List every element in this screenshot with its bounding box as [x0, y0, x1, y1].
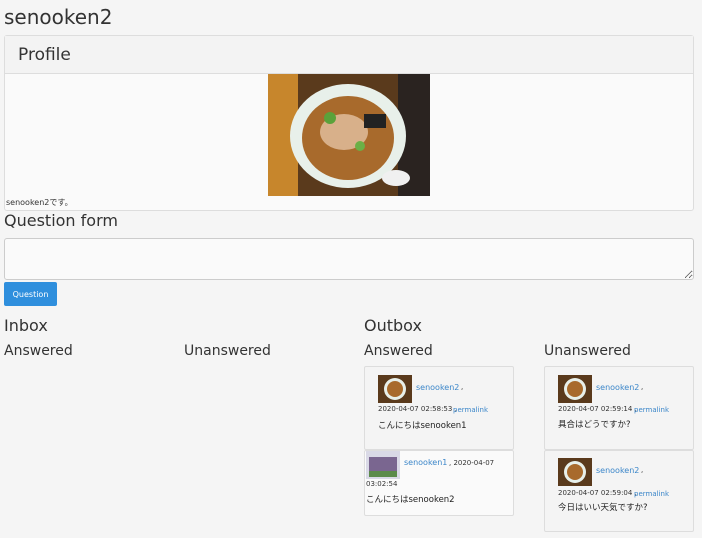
inbox-answered-title: Answered [4, 343, 73, 359]
user-link[interactable]: senooken2 [416, 383, 459, 392]
profile-photo [268, 74, 430, 196]
outbox-title: Outbox [364, 316, 422, 335]
permalink-link[interactable]: permalink [634, 406, 669, 414]
permalink-link[interactable]: permalink [634, 490, 669, 498]
outbox-answered-card: senooken2 , 2020-04-07 02:58:53 , permal… [364, 366, 514, 450]
profile-description: senooken2です。 [6, 198, 73, 207]
page-title: senooken2 [4, 5, 113, 29]
permalink-link[interactable]: permalink [453, 406, 488, 414]
outbox-unanswered-title: Unanswered [544, 343, 631, 359]
profile-panel: Profile senooken2です。 [4, 35, 694, 211]
message: 今日はいい天気ですか? [558, 503, 648, 513]
avatar [366, 451, 400, 479]
user-link[interactable]: senooken2 [596, 383, 639, 392]
profile-heading: Profile [5, 36, 693, 74]
outbox-answered-title: Answered [364, 343, 433, 359]
question-input[interactable] [4, 238, 694, 280]
user-link[interactable]: senooken2 [596, 466, 639, 475]
message: こんにちはsenooken2 [366, 495, 455, 505]
message: こんにちはsenooken1 [378, 421, 467, 431]
avatar [558, 375, 592, 403]
question-button[interactable]: Question [4, 282, 57, 306]
user-link[interactable]: senooken1 [404, 458, 447, 467]
avatar [378, 375, 412, 403]
question-form-title: Question form [4, 211, 118, 230]
inbox-unanswered-title: Unanswered [184, 343, 271, 359]
outbox-answered-card: senooken1 , 2020-04-07 03:02:54 こんにちはsen… [364, 450, 514, 516]
message: 具合はどうですか? [558, 420, 631, 430]
outbox-unanswered-card: senooken2 , 2020-04-07 02:59:04 , permal… [544, 450, 694, 532]
inbox-title: Inbox [4, 316, 48, 335]
outbox-unanswered-card: senooken2 , 2020-04-07 02:59:14 , permal… [544, 366, 694, 450]
avatar [558, 458, 592, 486]
